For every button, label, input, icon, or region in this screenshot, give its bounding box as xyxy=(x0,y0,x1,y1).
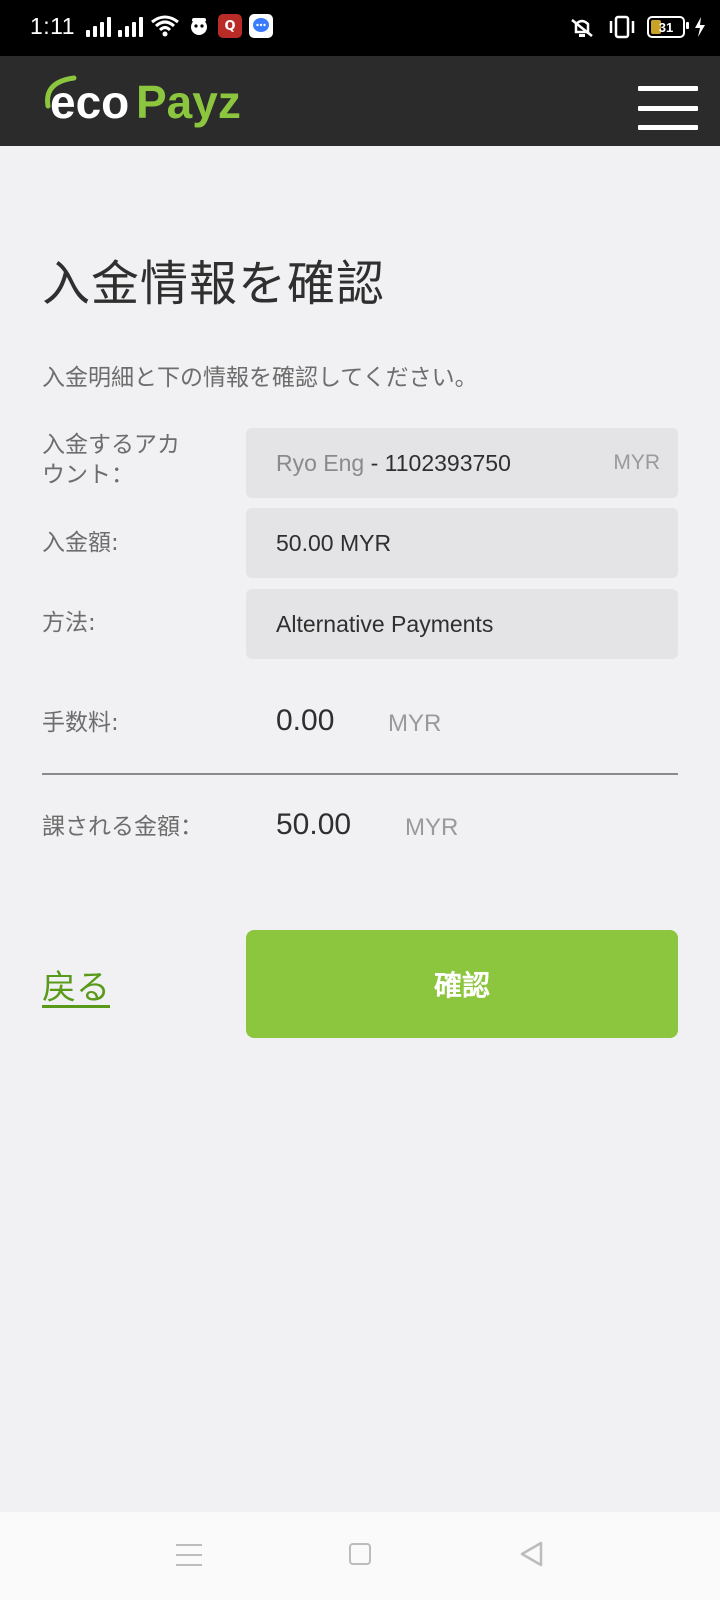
wifi-icon xyxy=(151,15,179,37)
fee-label: 手数料: xyxy=(42,710,119,736)
vibrate-icon xyxy=(571,19,593,37)
battery-icon: 31 xyxy=(647,16,689,38)
svg-text:Payz: Payz xyxy=(136,76,241,128)
charging-icon xyxy=(695,17,705,37)
amount-label: 入金額: xyxy=(42,530,119,556)
method-label: 方法: xyxy=(42,610,96,636)
svg-text:eco: eco xyxy=(50,76,129,128)
quora-icon: Q xyxy=(218,14,242,38)
recent-apps-icon[interactable] xyxy=(176,1544,202,1566)
account-field: Ryo Eng - 1102393750 MYR xyxy=(246,428,678,498)
app-notification-icon xyxy=(187,14,211,38)
account-label: 入金するアカ ウント： xyxy=(42,432,180,488)
account-name: Ryo Eng xyxy=(276,449,365,476)
page-subtitle: 入金明細と下の情報を確認してください。 xyxy=(42,365,478,391)
status-time: 1:11 xyxy=(30,13,76,39)
account-number: - 1102393750 xyxy=(364,449,511,476)
system-nav-bar xyxy=(0,1512,720,1600)
fee-currency: MYR xyxy=(388,710,442,737)
ecopayz-logo[interactable]: eco Payz xyxy=(40,68,280,132)
signal-icon xyxy=(118,15,143,37)
confirm-button[interactable]: 確認 xyxy=(246,930,678,1038)
app-header: eco Payz xyxy=(0,56,720,146)
charged-value: 50.00 xyxy=(276,808,352,841)
charged-label: 課される金額： xyxy=(42,814,203,840)
fee-value: 0.00 xyxy=(276,704,335,737)
home-icon[interactable] xyxy=(349,1543,371,1565)
signal-icon xyxy=(86,15,111,37)
divider xyxy=(42,773,678,775)
back-icon[interactable] xyxy=(518,1540,544,1568)
status-bar: 1:11 Q 31 xyxy=(0,0,720,56)
battery-level: 31 xyxy=(658,19,674,35)
amount-field: 50.00 MYR xyxy=(246,508,678,578)
back-link[interactable]: 戻る xyxy=(42,960,110,1009)
method-field: Alternative Payments xyxy=(246,589,678,659)
hamburger-menu-icon[interactable] xyxy=(638,86,698,130)
charged-currency: MYR xyxy=(405,814,459,841)
vibrate-phone-icon xyxy=(609,15,635,39)
page-title: 入金情報を確認 xyxy=(42,256,386,312)
account-currency: MYR xyxy=(613,451,660,474)
messages-icon xyxy=(249,14,273,38)
